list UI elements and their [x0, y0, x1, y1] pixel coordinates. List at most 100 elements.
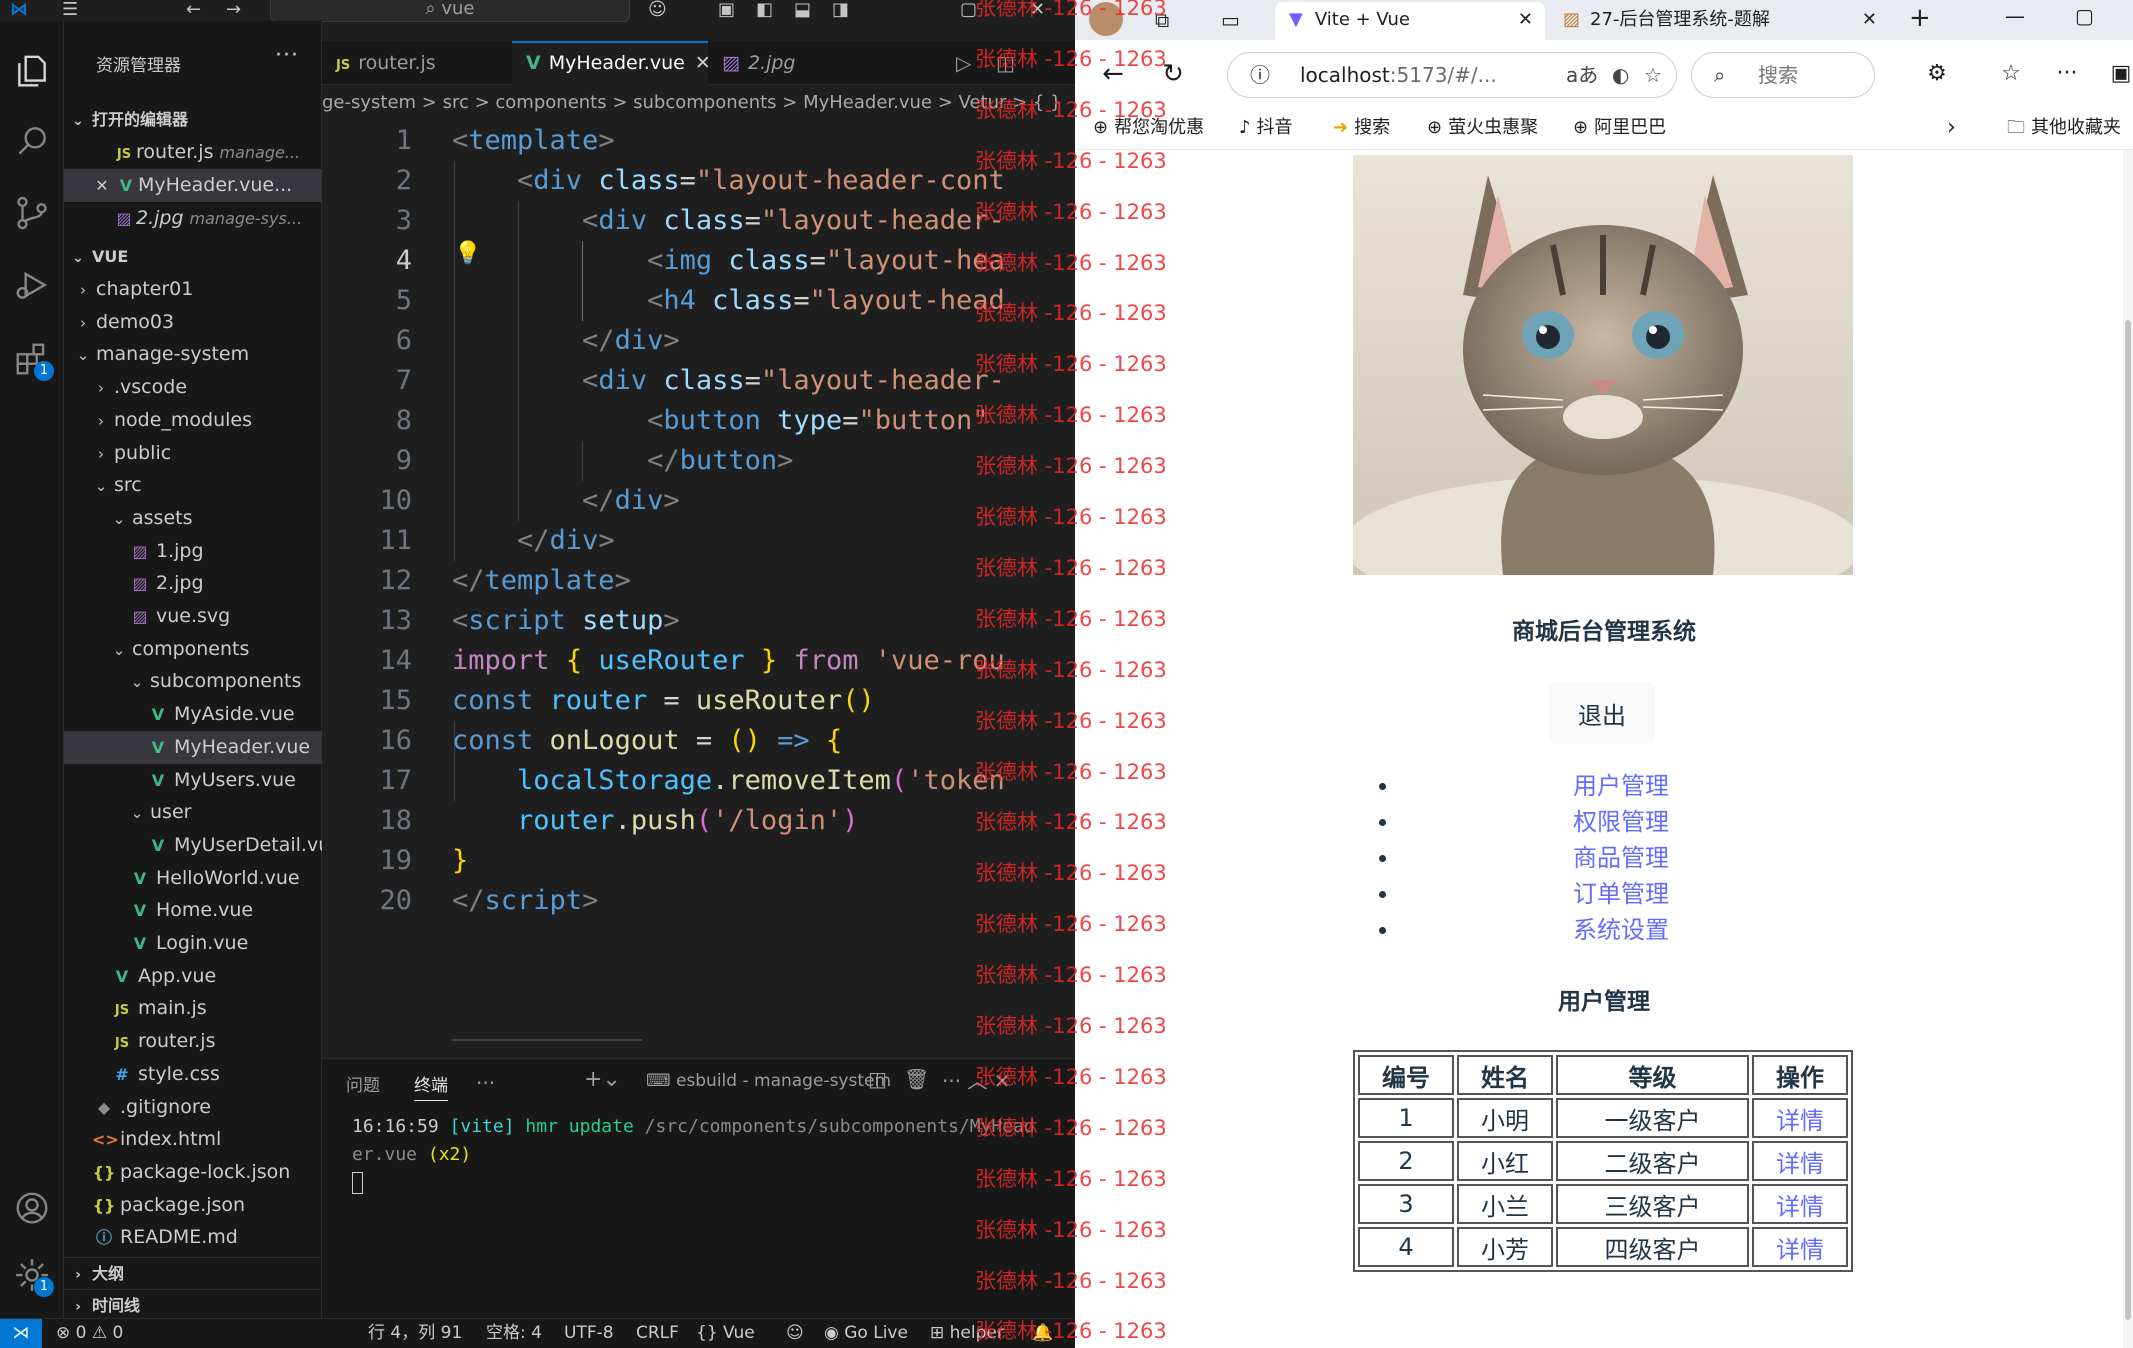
copilot-icon[interactable]: ☺ [648, 0, 667, 20]
layout-icon[interactable]: ▣ [718, 0, 735, 20]
back-arrow-icon[interactable]: ← [1093, 54, 1133, 94]
tree-file[interactable]: V MyUsers.vue [64, 764, 322, 797]
open-editors-header[interactable]: ⌄ 打开的编辑器 [64, 104, 322, 136]
tree-folder[interactable]: ⌄ assets [64, 502, 322, 535]
tree-file[interactable]: ▨ vue.svg [64, 600, 322, 633]
other-bookmarks[interactable]: 🗀 其他收藏夹 [2007, 110, 2121, 146]
detail-link[interactable]: 详情 [1776, 1107, 1824, 1135]
tree-file[interactable]: ◆ .gitignore [64, 1091, 322, 1124]
tree-file[interactable]: {} package.json [64, 1189, 322, 1222]
workspaces-icon[interactable]: ⧉ [1155, 4, 1169, 36]
minimize-icon[interactable]: ▢ [960, 0, 977, 20]
maximize-icon[interactable]: ▢ [2075, 0, 2094, 32]
lightbulb-icon[interactable]: 💡 [454, 241, 481, 266]
settings-gear-icon[interactable]: 1 [0, 1243, 64, 1307]
close-editor-icon[interactable]: ✕ [90, 169, 114, 202]
tab-2-jpg[interactable]: ▨ 2.jpg [708, 41, 878, 85]
language-mode[interactable]: {} Vue [696, 1319, 755, 1348]
profile-avatar[interactable] [1089, 2, 1123, 36]
tree-folder[interactable]: ⌄ components [64, 633, 322, 666]
timeline-header[interactable]: › 时间线 [64, 1289, 322, 1321]
menu-link[interactable]: 订单管理 [1573, 876, 1669, 912]
detail-link[interactable]: 详情 [1776, 1150, 1824, 1178]
breadcrumb[interactable]: ge-system > src > components > subcompon… [322, 85, 1075, 121]
open-editor-item[interactable]: JS router.js manage... [64, 136, 322, 169]
split-terminal-icon[interactable]: ◫ [868, 1067, 887, 1091]
back-arrow-icon[interactable]: ← [186, 0, 201, 20]
indentation[interactable]: 空格: 4 [486, 1319, 542, 1348]
terminal-selector[interactable]: ⌨ esbuild - manage-system [646, 1071, 891, 1091]
tree-file[interactable]: V MyUserDetail.vue [64, 829, 322, 862]
close-window-icon[interactable]: ✕ [1030, 0, 1045, 20]
cursor-position[interactable]: 行 4，列 91 [368, 1319, 462, 1348]
tab-problems[interactable]: 问题 [346, 1071, 380, 1096]
tree-file[interactable]: V App.vue [64, 960, 322, 993]
explorer-icon[interactable] [0, 39, 64, 103]
tree-folder[interactable]: › .vscode [64, 371, 322, 404]
favorite-star-icon[interactable]: ☆ [1644, 53, 1662, 97]
site-info-icon[interactable]: ⓘ [1250, 53, 1270, 97]
menu-link[interactable]: 商品管理 [1573, 840, 1669, 876]
tree-file[interactable]: ▨ 1.jpg [64, 535, 322, 568]
settings-more-icon[interactable]: ··· [2047, 54, 2087, 94]
tab-myheader-vue[interactable]: V MyHeader.vue ✕ [512, 41, 711, 85]
open-editor-item[interactable]: ✕ V MyHeader.vue... [64, 169, 322, 202]
split-editor-icon[interactable]: ◫ [982, 41, 1015, 85]
source-control-icon[interactable] [0, 181, 64, 245]
favorites-icon[interactable]: ☆ [1991, 54, 2031, 94]
line-ending[interactable]: CRLF [636, 1319, 679, 1348]
remote-indicator-icon[interactable]: ⋊ [0, 1319, 42, 1348]
tree-file[interactable]: <>index.html [64, 1123, 322, 1156]
browser-tab-solution[interactable]: ▨ 27-后台管理系统-题解 ✕ [1549, 2, 1889, 40]
tree-folder[interactable]: › public [64, 437, 322, 470]
extensions-icon[interactable]: 1 [0, 327, 64, 391]
extensions-puzzle-icon[interactable]: ⚙ [1917, 54, 1957, 94]
tree-file[interactable]: V MyHeader.vue [64, 730, 322, 764]
trash-icon[interactable]: 🗑 [904, 1067, 929, 1091]
logout-button[interactable]: 退出 [1549, 682, 1655, 744]
command-center-search[interactable]: ⌕ vue [270, 0, 630, 22]
edge-extension-icon[interactable]: ◐ [1612, 53, 1629, 97]
scrollbar-thumb[interactable] [2125, 320, 2131, 1320]
run-icon[interactable]: ▷ [942, 41, 971, 85]
tree-folder[interactable]: ⌄ src [64, 469, 322, 502]
menu-link[interactable]: 系统设置 [1573, 912, 1669, 948]
new-tab-icon[interactable]: + [1909, 2, 1931, 34]
browser-search-box[interactable]: ⌕ 搜索 [1691, 52, 1875, 98]
browser-tab-vite-vue[interactable]: ▼ Vite + Vue ✕ [1275, 2, 1545, 40]
address-bar[interactable]: ⓘ localhost:5173/#/... aあ ◐ ☆ [1227, 52, 1677, 98]
tab-router-js[interactable]: JS router.js [322, 41, 512, 85]
code-editor[interactable]: 1 <template> 2 <div class="layout-header-c… [322, 121, 1075, 1041]
toggle-secondary-sidebar-icon[interactable]: ◨ [832, 0, 849, 20]
tree-file[interactable]: ▨ 2.jpg [64, 567, 322, 600]
tree-file[interactable]: {} package-lock.json [64, 1156, 322, 1189]
tree-file[interactable]: JS main.js [64, 992, 322, 1025]
account-icon[interactable] [0, 1176, 64, 1240]
bookmark-item[interactable]: ➜ 搜索 [1333, 110, 1390, 146]
tree-folder[interactable]: › demo03 [64, 306, 322, 339]
detail-link[interactable]: 详情 [1776, 1236, 1824, 1264]
search-icon[interactable] [0, 109, 64, 173]
bookmark-item[interactable]: ♪ 抖音 [1239, 110, 1293, 146]
tree-file[interactable]: ⓘ README.md [64, 1221, 322, 1254]
horizontal-scrollbar[interactable] [452, 1039, 642, 1041]
chevron-right-icon[interactable]: › [1947, 110, 1956, 146]
tree-folder[interactable]: › node_modules [64, 404, 322, 437]
menu-link[interactable]: 权限管理 [1573, 804, 1669, 840]
tab-actions-icon[interactable]: ▭ [1221, 4, 1240, 36]
tree-folder[interactable]: ⌄ subcomponents [64, 665, 322, 698]
forward-arrow-icon[interactable]: → [226, 0, 241, 20]
menu-link[interactable]: 用户管理 [1573, 768, 1669, 804]
close-tab-icon[interactable]: ✕ [1518, 2, 1533, 38]
close-tab-icon[interactable]: ✕ [1862, 2, 1877, 38]
bookmark-item[interactable]: ⊕ 帮您淘优惠 [1093, 110, 1204, 146]
tree-file[interactable]: V Home.vue [64, 894, 322, 927]
new-terminal-icon[interactable]: +⌄ [584, 1067, 621, 1092]
tree-folder[interactable]: ⌄ user [64, 796, 322, 829]
copilot-status-icon[interactable]: ☺ [786, 1319, 804, 1348]
minimize-icon[interactable]: — [2005, 0, 2025, 32]
outline-header[interactable]: › 大纲 [64, 1257, 322, 1289]
more-actions-icon[interactable]: ··· [275, 43, 299, 68]
tree-folder[interactable]: ⌄ manage-system [64, 338, 322, 371]
tree-file[interactable]: V HelloWorld.vue [64, 862, 322, 895]
